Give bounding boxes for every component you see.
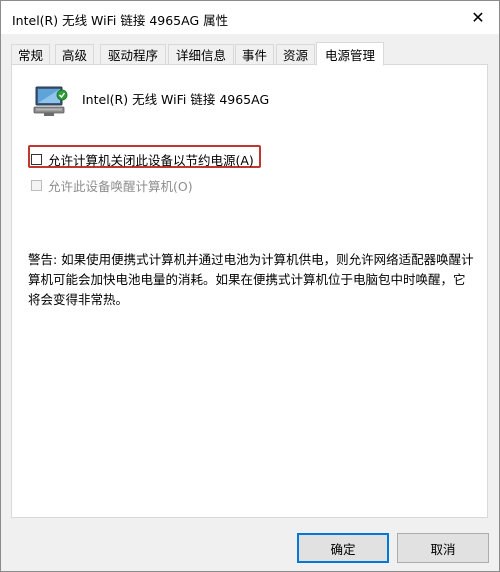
- window-title: Intel(R) 无线 WiFi 链接 4965AG 属性: [12, 13, 229, 28]
- tab-strip: 常规 高级 驱动程序 详细信息 事件 资源 电源管理: [11, 42, 489, 66]
- device-name: Intel(R) 无线 WiFi 链接 4965AG: [82, 92, 270, 107]
- properties-dialog: Intel(R) 无线 WiFi 链接 4965AG 属性 ✕ 常规 高级 驱动…: [0, 0, 500, 572]
- allow-power-off-option[interactable]: 允许计算机关闭此设备以节约电源(A): [31, 150, 254, 169]
- power-management-panel: Intel(R) 无线 WiFi 链接 4965AG 允许计算机关闭此设备以节约…: [11, 64, 488, 518]
- tab-power-management[interactable]: 电源管理: [316, 42, 384, 66]
- warning-text: 警告: 如果使用便携式计算机并通过电池为计算机供电，则允许网络适配器唤醒计算机可…: [28, 252, 474, 307]
- allow-wake-checkbox: [31, 180, 42, 191]
- tab-resources[interactable]: 资源: [276, 44, 315, 64]
- tab-driver[interactable]: 驱动程序: [100, 44, 166, 64]
- tab-details[interactable]: 详细信息: [168, 44, 234, 64]
- allow-wake-option: 允许此设备唤醒计算机(O): [31, 176, 193, 195]
- cancel-button[interactable]: 取消: [397, 533, 489, 563]
- close-icon[interactable]: ✕: [457, 1, 499, 34]
- allow-wake-label: 允许此设备唤醒计算机(O): [48, 179, 193, 194]
- network-adapter-icon: [33, 86, 68, 116]
- ok-button[interactable]: 确定: [297, 533, 389, 563]
- tab-advanced[interactable]: 高级: [55, 44, 94, 64]
- allow-power-off-label: 允许计算机关闭此设备以节约电源(A): [48, 153, 254, 168]
- title-bar[interactable]: Intel(R) 无线 WiFi 链接 4965AG 属性 ✕: [1, 1, 499, 34]
- tab-general[interactable]: 常规: [11, 44, 50, 64]
- allow-power-off-checkbox[interactable]: [31, 154, 42, 165]
- tab-events[interactable]: 事件: [235, 44, 274, 64]
